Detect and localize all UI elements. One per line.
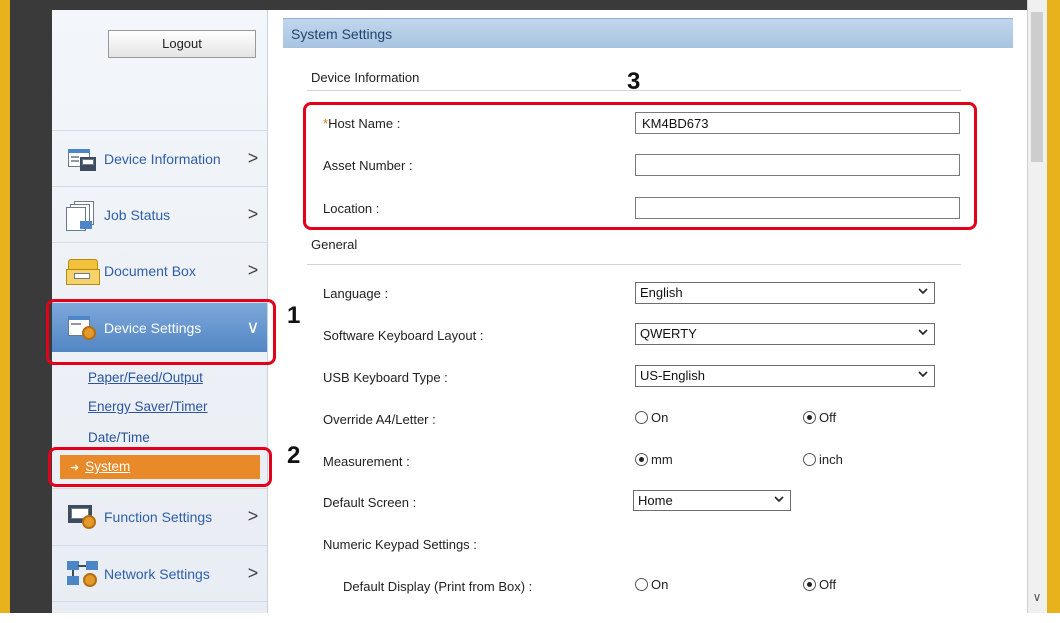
radio-unchecked-icon xyxy=(803,453,816,466)
radio-unchecked-icon xyxy=(635,578,648,591)
callout-device-settings xyxy=(46,299,276,365)
window-frame-top xyxy=(52,0,1027,10)
radio-checked-icon xyxy=(635,453,648,466)
radio-label: On xyxy=(651,577,669,592)
chevron-right-icon: > xyxy=(247,563,259,583)
device-info-icon xyxy=(66,143,102,175)
usb-keyboard-select[interactable]: US-English xyxy=(635,365,935,387)
logout-button[interactable]: Logout xyxy=(108,30,256,58)
radio-unchecked-icon xyxy=(635,411,648,424)
job-status-icon xyxy=(66,199,102,231)
chevron-down-icon xyxy=(918,288,928,295)
chevron-right-icon: > xyxy=(247,204,259,224)
usb-keyboard-label: USB Keyboard Type : xyxy=(323,370,448,385)
sidebar-subitem-paper-feed-output[interactable]: Paper/Feed/Output xyxy=(88,370,203,385)
sidebar-item-label: Device Information xyxy=(104,150,221,167)
radio-label: Off xyxy=(819,577,837,592)
window-frame-left xyxy=(0,0,10,613)
callout-system xyxy=(48,447,272,487)
radio-label: Off xyxy=(819,410,837,425)
sidebar-item-label: Function Settings xyxy=(104,508,213,525)
sidebar-item-label: Job Status xyxy=(104,206,171,223)
measurement-inch-radio[interactable]: inch xyxy=(803,452,843,467)
language-select-value: English xyxy=(640,285,683,300)
chevron-right-icon: > xyxy=(247,148,259,168)
override-off-radio[interactable]: Off xyxy=(803,410,836,425)
step-number-1: 1 xyxy=(287,302,301,329)
radio-label: On xyxy=(651,410,669,425)
radio-label: inch xyxy=(819,452,843,467)
sidebar-subitem-energy-saver-timer[interactable]: Energy Saver/Timer xyxy=(88,399,208,414)
scroll-down-icon[interactable]: ∨ xyxy=(1031,590,1043,606)
sidebar-item-document-box[interactable]: Document Box > xyxy=(52,242,267,298)
sidebar-item-label: Network Settings xyxy=(104,565,210,582)
default-display-off-radio[interactable]: Off xyxy=(803,577,836,592)
measurement-mm-radio[interactable]: mm xyxy=(635,452,673,467)
section-divider xyxy=(307,264,961,265)
default-screen-select-value: Home xyxy=(638,493,673,508)
radio-label: mm xyxy=(651,452,673,467)
override-on-radio[interactable]: On xyxy=(635,410,668,425)
network-settings-icon xyxy=(66,558,102,590)
default-screen-select[interactable]: Home xyxy=(633,490,791,511)
sidebar-item-label: Document Box xyxy=(104,262,196,279)
step-number-3: 3 xyxy=(627,68,641,95)
default-screen-label: Default Screen : xyxy=(323,495,417,510)
sidebar-item-network-settings[interactable]: Network Settings > xyxy=(52,545,267,601)
radio-checked-icon xyxy=(803,411,816,424)
language-label: Language : xyxy=(323,286,389,301)
sidebar-item-job-status[interactable]: Job Status > xyxy=(52,186,267,242)
sidebar-subitem-date-time[interactable]: Date/Time xyxy=(88,430,150,445)
measurement-label: Measurement : xyxy=(323,454,410,469)
usb-keyboard-select-value: US-English xyxy=(640,368,706,383)
override-label: Override A4/Letter : xyxy=(323,412,436,427)
default-display-label: Default Display (Print from Box) : xyxy=(343,579,533,594)
sidebar-item-device-information[interactable]: Device Information > xyxy=(52,130,267,186)
chevron-down-icon xyxy=(918,371,928,378)
window-frame-right xyxy=(1047,0,1060,613)
callout-device-information xyxy=(303,102,977,230)
scrollbar-thumb[interactable] xyxy=(1031,12,1043,162)
sidebar-item-partial xyxy=(52,601,267,613)
chevron-down-icon xyxy=(918,329,928,336)
page-header: System Settings xyxy=(283,18,1013,48)
chevron-right-icon: > xyxy=(247,506,259,526)
numeric-keypad-label: Numeric Keypad Settings : xyxy=(323,537,477,552)
window-frame-bottom xyxy=(0,613,1060,623)
sidebar-item-function-settings[interactable]: Function Settings > xyxy=(52,488,267,544)
keyboard-layout-select-value: QWERTY xyxy=(640,326,697,341)
radio-checked-icon xyxy=(803,578,816,591)
keyboard-layout-select[interactable]: QWERTY xyxy=(635,323,935,345)
chevron-down-icon xyxy=(774,496,784,503)
chevron-right-icon: > xyxy=(247,260,259,280)
section-title-device-information: Device Information xyxy=(311,70,420,85)
document-box-icon xyxy=(66,255,102,287)
page-title: System Settings xyxy=(291,26,393,42)
step-number-2: 2 xyxy=(287,442,301,469)
section-title-general: General xyxy=(311,237,358,252)
keyboard-layout-label: Software Keyboard Layout : xyxy=(323,328,484,343)
default-display-on-radio[interactable]: On xyxy=(635,577,668,592)
language-select[interactable]: English xyxy=(635,282,935,304)
function-settings-icon xyxy=(66,501,102,533)
